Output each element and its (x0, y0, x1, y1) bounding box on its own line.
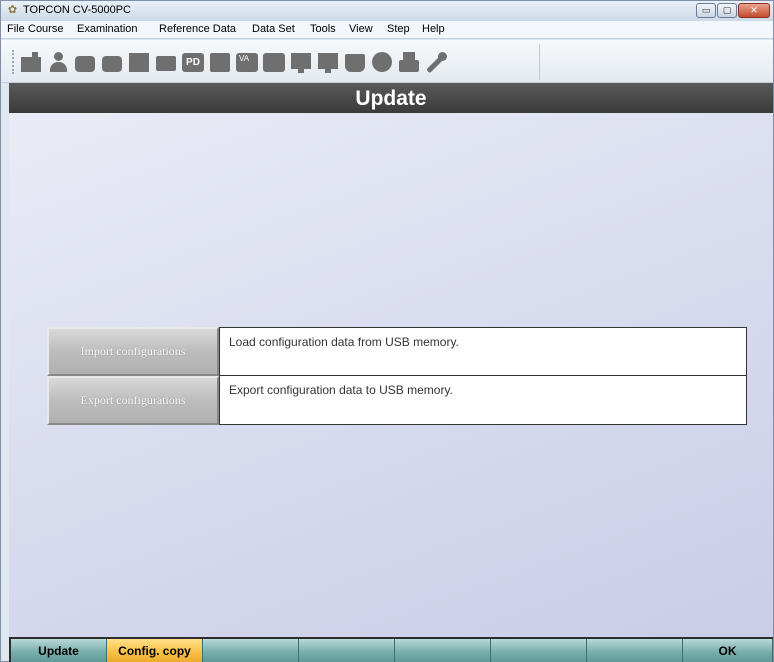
menu-file[interactable]: File (7, 23, 25, 35)
menu-data-set[interactable]: Data Set (252, 23, 295, 35)
tab-update[interactable]: Update (11, 639, 107, 662)
pd-label: PD (182, 53, 204, 72)
tab-empty-6[interactable] (491, 639, 587, 662)
tab-empty-4[interactable] (299, 639, 395, 662)
menu-bar: File Course Examination Reference Data D… (1, 21, 773, 39)
chart-panel-icon[interactable] (127, 50, 151, 74)
import-description: Load configuration data from USB memory. (219, 327, 747, 376)
circle-icon[interactable] (370, 50, 394, 74)
app-window: ✿ TOPCON CV-5000PC ▭ ▢ ✕ File Course Exa… (0, 0, 774, 662)
app-icon: ✿ (7, 4, 18, 16)
tab-empty-7[interactable] (587, 639, 683, 662)
option-row-export: Export configurations Export configurati… (47, 376, 747, 425)
page-title: Update (355, 87, 427, 110)
toolbar-grip[interactable] (12, 50, 14, 74)
toolbar-separator (539, 44, 540, 80)
va-label: VA (236, 53, 258, 72)
maximize-button[interactable]: ▢ (717, 3, 737, 18)
menu-view[interactable]: View (349, 23, 373, 35)
pd-icon[interactable]: PD (181, 50, 205, 74)
close-button[interactable]: ✕ (738, 3, 770, 18)
display-icon[interactable] (289, 50, 313, 74)
tab-config-copy[interactable]: Config. copy (107, 639, 203, 662)
lensmeter-icon[interactable] (73, 50, 97, 74)
book-icon[interactable] (343, 50, 367, 74)
export-configurations-label: Export configurations (80, 393, 186, 407)
device-icon[interactable] (19, 50, 43, 74)
import-configurations-button[interactable]: Import configurations (47, 327, 219, 376)
wrench-icon[interactable] (424, 50, 448, 74)
refractor-icon[interactable] (100, 50, 124, 74)
tab-empty-3[interactable] (203, 639, 299, 662)
bottom-tab-bar: Update Config. copy OK (9, 637, 773, 662)
menu-examination[interactable]: Examination (77, 23, 138, 35)
menu-reference-data[interactable]: Reference Data (159, 23, 236, 35)
phoropter-icon[interactable] (262, 50, 286, 74)
menu-help[interactable]: Help (422, 23, 445, 35)
va-icon[interactable]: VA (235, 50, 259, 74)
export-description-text: Export configuration data to USB memory. (229, 383, 453, 397)
printer-icon[interactable] (397, 50, 421, 74)
tab-empty-5[interactable] (395, 639, 491, 662)
patient-icon[interactable] (46, 50, 70, 74)
option-row-import: Import configurations Load configuration… (47, 327, 747, 376)
menu-step[interactable]: Step (387, 23, 410, 35)
page-header: Update (9, 83, 773, 113)
ok-button[interactable]: OK (683, 639, 773, 662)
monitor-icon[interactable] (316, 50, 340, 74)
import-description-text: Load configuration data from USB memory. (229, 335, 459, 349)
toolbar: PD VA (1, 40, 773, 83)
folder-icon[interactable] (154, 50, 178, 74)
import-configurations-label: Import configurations (80, 344, 186, 358)
square-icon[interactable] (208, 50, 232, 74)
title-bar[interactable]: ✿ TOPCON CV-5000PC ▭ ▢ ✕ (1, 1, 773, 21)
window-title: TOPCON CV-5000PC (23, 4, 132, 16)
export-configurations-button[interactable]: Export configurations (47, 376, 219, 425)
menu-tools[interactable]: Tools (310, 23, 336, 35)
minimize-button[interactable]: ▭ (696, 3, 716, 18)
menu-course[interactable]: Course (28, 23, 63, 35)
export-description: Export configuration data to USB memory. (219, 376, 747, 425)
